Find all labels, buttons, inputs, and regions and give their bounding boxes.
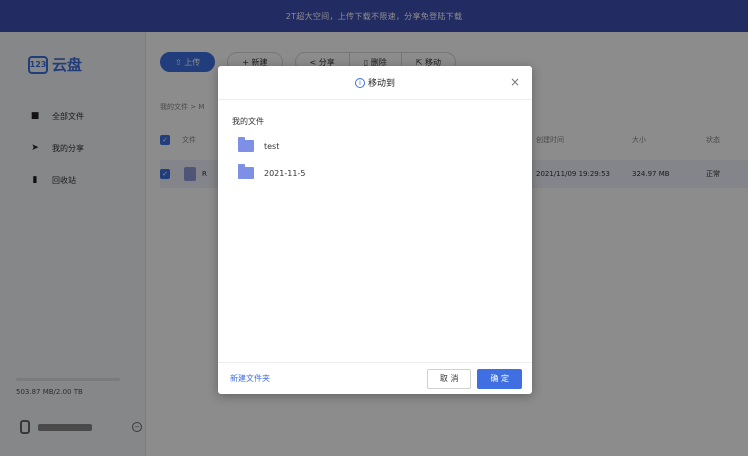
folder-icon — [238, 164, 254, 179]
move-to-dialog: i 移动到 × 我的文件 test 2021-11-5 新建文件夹 取 消 确 … — [218, 66, 532, 394]
folder-icon — [238, 137, 254, 152]
close-icon[interactable]: × — [510, 75, 520, 89]
cancel-button[interactable]: 取 消 — [426, 368, 472, 389]
dialog-footer: 新建文件夹 取 消 确 定 — [218, 362, 532, 394]
folder-item[interactable]: test — [238, 137, 280, 152]
folder-name: test — [264, 141, 280, 151]
new-folder-link[interactable]: 新建文件夹 — [230, 373, 270, 384]
confirm-button[interactable]: 确 定 — [477, 368, 522, 389]
folder-tree-root[interactable]: 我的文件 — [232, 116, 264, 127]
folder-name: 2021-11-5 — [264, 168, 306, 178]
dialog-actions: 取 消 确 定 — [421, 368, 522, 389]
dialog-header: i 移动到 × — [218, 66, 532, 100]
info-icon: i — [354, 77, 365, 88]
folder-item[interactable]: 2021-11-5 — [238, 164, 306, 179]
dialog-title: 移动到 — [367, 79, 395, 89]
